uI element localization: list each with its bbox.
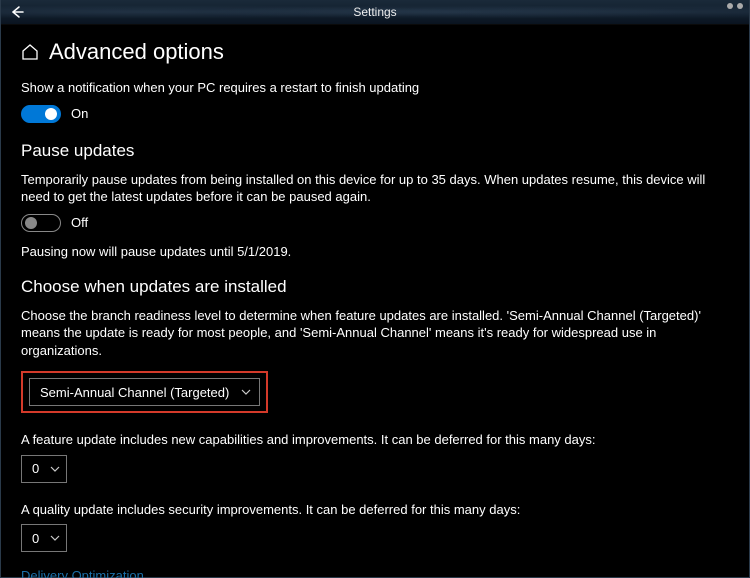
pause-note: Pausing now will pause updates until 5/1… <box>21 244 729 259</box>
quality-defer-block: A quality update includes security impro… <box>21 501 729 553</box>
pause-toggle-label: Off <box>71 215 88 230</box>
pause-toggle[interactable] <box>21 214 61 232</box>
notification-description: Show a notification when your PC require… <box>21 79 721 97</box>
pause-description: Temporarily pause updates from being ins… <box>21 171 721 206</box>
feature-defer-description: A feature update includes new capabiliti… <box>21 431 721 449</box>
page-header: Advanced options <box>21 39 729 65</box>
feature-defer-value: 0 <box>32 461 39 476</box>
feature-defer-dropdown[interactable]: 0 <box>21 455 67 483</box>
notification-toggle[interactable] <box>21 105 61 123</box>
quality-defer-dropdown[interactable]: 0 <box>21 524 67 552</box>
home-icon <box>21 43 39 61</box>
delivery-optimization-link[interactable]: Delivery Optimization <box>21 568 729 578</box>
notification-toggle-label: On <box>71 106 88 121</box>
chevron-down-icon <box>50 466 60 472</box>
arrow-left-icon <box>9 4 25 20</box>
channel-dropdown-highlight: Semi-Annual Channel (Targeted) <box>21 371 268 413</box>
quality-defer-value: 0 <box>32 531 39 546</box>
install-heading: Choose when updates are installed <box>21 277 729 297</box>
feature-defer-block: A feature update includes new capabiliti… <box>21 431 729 483</box>
quality-defer-description: A quality update includes security impro… <box>21 501 721 519</box>
window-controls <box>727 3 743 9</box>
channel-dropdown[interactable]: Semi-Annual Channel (Targeted) <box>29 378 260 406</box>
content-area: Advanced options Show a notification whe… <box>1 25 749 578</box>
notification-setting: Show a notification when your PC require… <box>21 79 729 123</box>
channel-dropdown-value: Semi-Annual Channel (Targeted) <box>40 385 229 400</box>
window-title: Settings <box>353 5 396 19</box>
window-control-dot[interactable] <box>727 3 733 9</box>
pause-heading: Pause updates <box>21 141 729 161</box>
install-description: Choose the branch readiness level to det… <box>21 307 721 360</box>
window-control-dot[interactable] <box>737 3 743 9</box>
back-button[interactable] <box>1 0 33 24</box>
chevron-down-icon <box>241 389 251 395</box>
titlebar: Settings <box>1 0 749 25</box>
page-title: Advanced options <box>49 39 224 65</box>
chevron-down-icon <box>50 535 60 541</box>
